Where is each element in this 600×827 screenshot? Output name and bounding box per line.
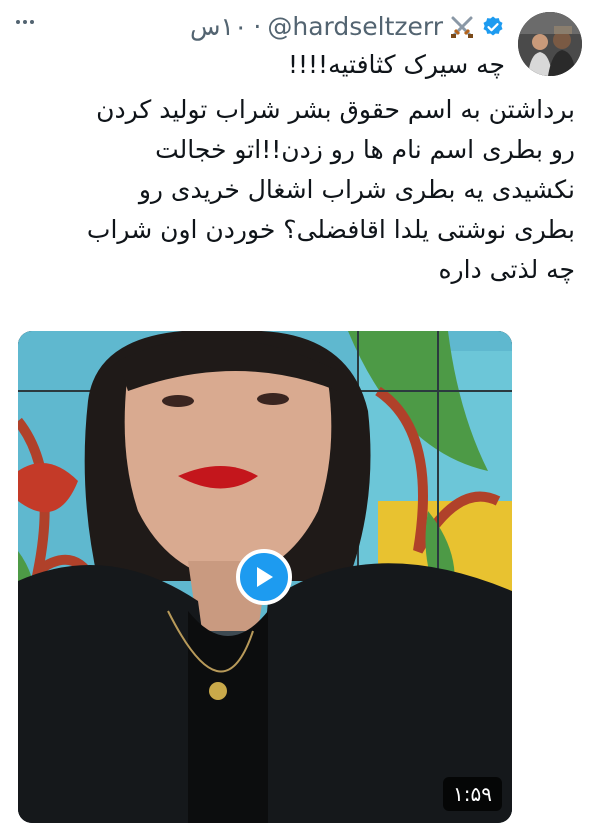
tweet-body-line: رو بطری اسم نام ها رو زدن!!اتو خجالت [155, 135, 575, 164]
tweet-time[interactable]: ۱۰س [190, 10, 247, 44]
play-icon [257, 567, 273, 587]
tweet-body-line: نکشیدی یه بطری شراب اشغال خریدی رو [138, 175, 575, 204]
more-dots-icon-dot [30, 20, 34, 24]
more-dots-icon [16, 20, 20, 24]
tweet-header: @hardseltzerr · ۱۰س [190, 10, 505, 44]
separator-dot: · [253, 12, 262, 41]
more-dots-icon-dot [23, 20, 27, 24]
tweet-first-line: چه سیرک کثافتیه!!!! [287, 50, 505, 79]
user-handle[interactable]: @hardseltzerr [267, 10, 443, 44]
avatar[interactable] [518, 12, 582, 76]
video-player[interactable]: ۱:۵۹ [18, 331, 512, 823]
verified-badge-icon [481, 15, 505, 39]
tweet-body-line: برداشتن به اسم حقوق بشر شراب تولید کردن [96, 95, 575, 124]
tweet-body-line: چه لذتی داره [438, 255, 575, 284]
crossed-swords-icon [449, 14, 475, 40]
tweet-body: برداشتن به اسم حقوق بشر شراب تولید کردن … [15, 90, 575, 290]
tweet-body-line: بطری نوشتی یلدا اقافضلی؟ خوردن اون شراب [86, 215, 575, 244]
avatar-image [518, 12, 582, 76]
more-options-button[interactable] [10, 10, 40, 34]
play-button[interactable] [236, 549, 292, 605]
video-duration: ۱:۵۹ [443, 777, 502, 811]
